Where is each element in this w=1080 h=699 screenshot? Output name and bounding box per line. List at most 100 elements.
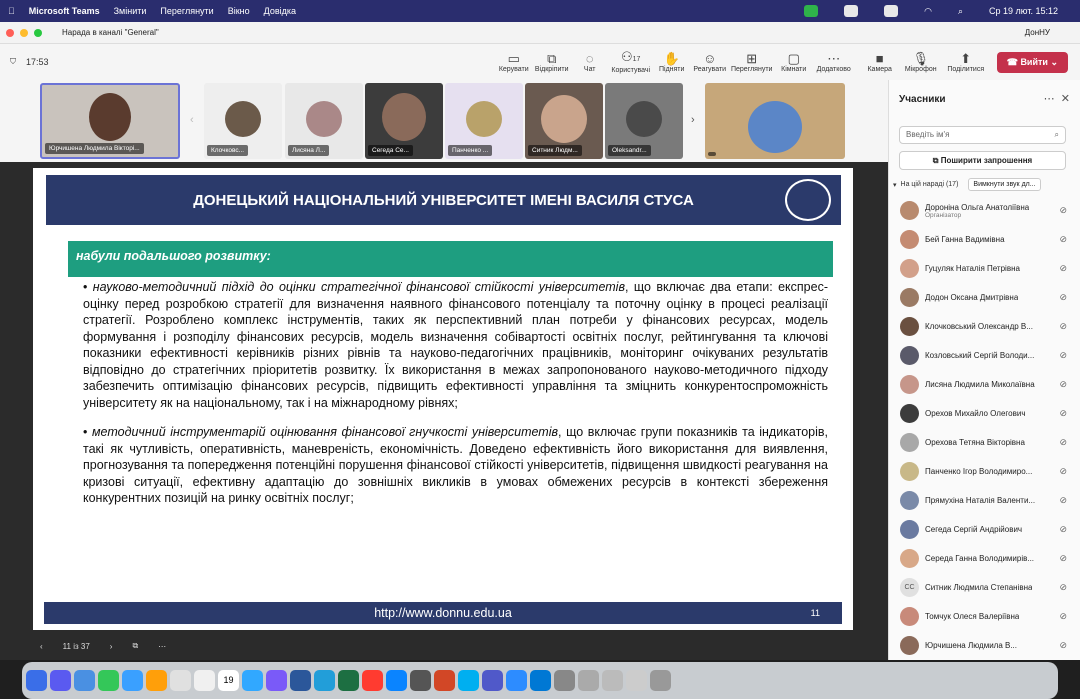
dock-app-icon[interactable] <box>578 670 599 691</box>
avatar <box>900 259 919 278</box>
rooms-button[interactable]: ▢ Кімнати <box>777 51 811 73</box>
chevron-right-icon[interactable]: › <box>691 114 695 126</box>
participant-item[interactable]: Додон Оксана Дмитрівна ⊘ <box>889 283 1080 312</box>
menu-window[interactable]: Вікно <box>228 6 250 16</box>
more-icon[interactable]: ⋯ <box>1044 93 1055 105</box>
dock-app-icon[interactable] <box>170 670 191 691</box>
dock-app-icon[interactable] <box>362 670 383 691</box>
chevron-right-icon[interactable]: › <box>110 642 113 651</box>
dock-app-icon[interactable] <box>434 670 455 691</box>
dock-app-icon[interactable] <box>554 670 575 691</box>
manage-button[interactable]: ▭ Керувати <box>497 51 531 73</box>
search-icon[interactable]: ⌕ <box>958 6 963 17</box>
chevron-down-icon[interactable]: ▾ <box>893 181 897 189</box>
more-icon[interactable]: ⋯ <box>158 642 166 651</box>
chevron-left-icon[interactable]: ‹ <box>190 114 194 126</box>
dock-app-icon[interactable] <box>530 670 551 691</box>
participant-item[interactable]: Юрчишена Людмила В... ⊘ <box>889 631 1080 660</box>
dock-app-icon[interactable] <box>482 670 503 691</box>
share-button[interactable]: ⬆ Поділитися <box>945 51 987 73</box>
dock-app-icon[interactable] <box>602 670 623 691</box>
bullet-emphasis: методичний інструментарій оцінювання фін… <box>91 425 559 439</box>
participant-item[interactable]: Панченко Ігор Володимиро... ⊘ <box>889 457 1080 486</box>
participant-item[interactable]: Клочковський Олександр В... ⊘ <box>889 312 1080 341</box>
video-tile[interactable]: Панченко ... <box>445 83 523 159</box>
dock-app-icon[interactable] <box>266 670 287 691</box>
video-tile[interactable]: Ситник Людм... <box>525 83 603 159</box>
dock-app-icon[interactable] <box>242 670 263 691</box>
dock-app-icon[interactable] <box>314 670 335 691</box>
participant-item[interactable]: Дороніна Ольга Анатоліївна Організатор ⊘ <box>889 196 1080 225</box>
participant-item[interactable]: Орехова Тетяна Вікторівна ⊘ <box>889 428 1080 457</box>
org-name[interactable]: ДонНУ <box>1025 28 1050 37</box>
video-tile[interactable]: Сегеда Се... <box>365 83 443 159</box>
video-tile[interactable]: Oleksandr... <box>605 83 683 159</box>
menu-edit[interactable]: Змінити <box>114 6 147 16</box>
participant-item[interactable]: Лисяна Людмила Миколаївна ⊘ <box>889 370 1080 399</box>
close-icon[interactable]: ✕ <box>1061 93 1070 105</box>
menu-view[interactable]: Переглянути <box>160 6 213 16</box>
camera-status-icon[interactable] <box>804 5 819 17</box>
search-input[interactable]: Введіть ім'я ⌕ <box>899 126 1066 144</box>
react-button[interactable]: ☺ Реагувати <box>693 51 727 73</box>
participant-item[interactable]: Гуцуляк Наталія Петрівна ⊘ <box>889 254 1080 283</box>
avatar <box>225 101 261 137</box>
dock-app-icon[interactable] <box>98 670 119 691</box>
mute-all-button[interactable]: Вимкнути звук дл... <box>968 178 1041 191</box>
dock-app-icon[interactable] <box>338 670 359 691</box>
menubar-icon[interactable] <box>844 5 859 17</box>
dock-app-icon[interactable] <box>650 670 671 691</box>
view-button[interactable]: ⊞ Переглянути <box>731 51 773 73</box>
leave-button[interactable]: ☎ Вийти ⌄ <box>996 51 1068 73</box>
mic-button[interactable]: 🎙 Мікрофон <box>901 51 941 73</box>
participant-item[interactable]: Бей Ганна Вадимівна ⊘ <box>889 225 1080 254</box>
avatar: СС <box>900 578 919 597</box>
menu-help[interactable]: Довідка <box>264 6 296 16</box>
dock-app-icon[interactable] <box>458 670 479 691</box>
people-button[interactable]: ⚇17 Користувачі <box>611 50 651 75</box>
dock-app-icon[interactable] <box>290 670 311 691</box>
dock-app-icon[interactable] <box>194 670 215 691</box>
participant-item[interactable]: Середа Ганна Володимирів... ⊘ <box>889 544 1080 573</box>
minimize-window-button[interactable] <box>20 28 28 37</box>
participant-item[interactable]: Прямухіна Наталія Валенти... ⊘ <box>889 486 1080 515</box>
dock-app-icon[interactable] <box>506 670 527 691</box>
section-label[interactable]: На цій нараді (17) <box>901 181 959 188</box>
wifi-icon[interactable]: ◠ <box>924 6 932 17</box>
chevron-left-icon[interactable]: ‹ <box>40 642 43 651</box>
dock-app-icon[interactable] <box>26 670 47 691</box>
camera-button[interactable]: ■ Камера <box>863 51 897 73</box>
dock-app-icon[interactable] <box>410 670 431 691</box>
chat-button[interactable]: ◌ Чат <box>573 51 607 73</box>
dock-app-icon[interactable] <box>122 670 143 691</box>
clock[interactable]: Ср 19 лют. 15:12 <box>989 6 1058 16</box>
video-tile[interactable]: Лисяна Л... <box>285 83 363 159</box>
invite-button[interactable]: ⧉ Поширити запрошення <box>899 151 1066 170</box>
raise-hand-button[interactable]: ✋ Підняти <box>655 51 689 73</box>
video-tile[interactable]: Юрчишена Людмила Вікторі... <box>40 83 180 159</box>
dock-app-icon[interactable] <box>626 670 647 691</box>
mic-off-icon: ⊘ <box>1059 495 1067 505</box>
participant-item[interactable]: Козловський Сергій Володи... ⊘ <box>889 341 1080 370</box>
app-name[interactable]: Microsoft Teams <box>29 6 100 16</box>
dock-app-icon[interactable] <box>74 670 95 691</box>
participant-item[interactable]: СС Ситник Людмила Степанівна ⊘ <box>889 573 1080 602</box>
participant-video <box>89 93 131 141</box>
participant-item[interactable]: Орехов Михайло Олегович ⊘ <box>889 399 1080 428</box>
dock-app-icon[interactable] <box>50 670 71 691</box>
more-button[interactable]: ⋯ Додатково <box>815 51 853 73</box>
dock-app-icon[interactable] <box>146 670 167 691</box>
menubar-icon[interactable] <box>884 5 899 17</box>
video-tile[interactable]: Клочковс... <box>204 83 282 159</box>
calendar-icon[interactable]: 19 <box>218 670 239 691</box>
apple-icon[interactable]:  <box>8 6 15 16</box>
participant-item[interactable]: Томчук Олеся Валеріївна ⊘ <box>889 602 1080 631</box>
dock-app-icon[interactable] <box>386 670 407 691</box>
search-icon: ⌕ <box>1054 130 1059 139</box>
unpin-button[interactable]: ⧉ Відкріпити <box>535 51 569 73</box>
video-tile[interactable] <box>705 83 845 159</box>
zoom-window-button[interactable] <box>34 28 42 37</box>
participant-item[interactable]: Сегеда Сергій Андрійович ⊘ <box>889 515 1080 544</box>
slides-grid-icon[interactable]: ⧉ <box>132 641 138 651</box>
close-window-button[interactable] <box>6 28 14 37</box>
